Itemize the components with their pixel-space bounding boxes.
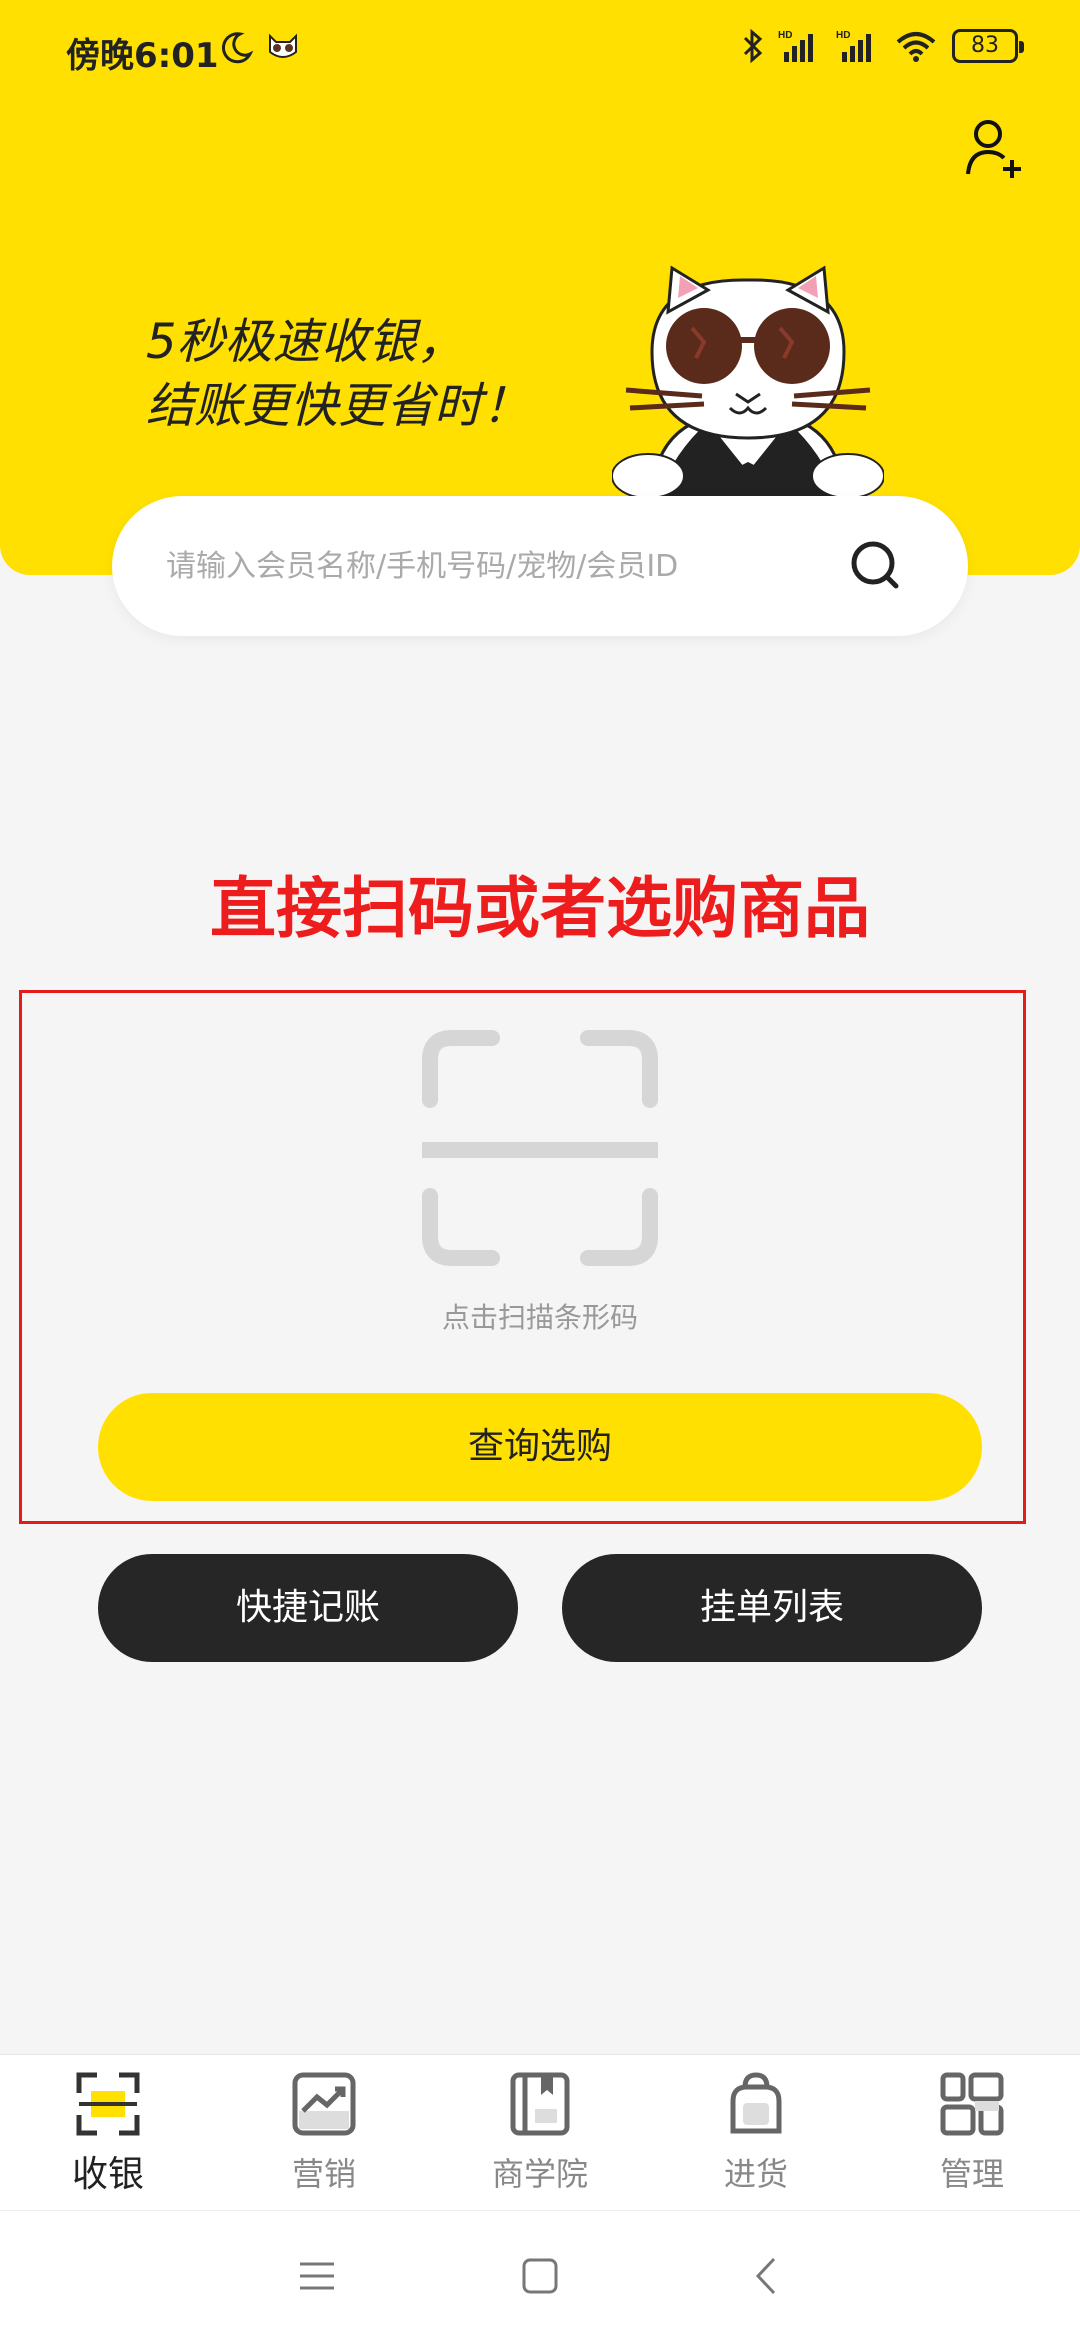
home-icon[interactable] [515, 2251, 565, 2301]
add-user-button[interactable] [964, 118, 1024, 180]
grid-icon [940, 2072, 1004, 2136]
status-icons: HD HD 83 [742, 28, 1024, 64]
nav-item-business-school[interactable]: 商学院 [432, 2055, 648, 2211]
annotation-text: 直接扫码或者选购商品 [210, 870, 870, 947]
search-input[interactable] [166, 530, 806, 602]
scan-cashier-icon [76, 2072, 140, 2136]
nav-item-purchase[interactable]: 进货 [648, 2055, 864, 2211]
barcode-scan-icon[interactable] [422, 1030, 658, 1266]
trend-chart-icon [292, 2072, 356, 2136]
svg-text:HD: HD [836, 30, 850, 41]
search-bar[interactable] [112, 496, 968, 636]
battery-icon: 83 [952, 29, 1024, 63]
slogan-line-1: 5秒极速收银， [146, 314, 465, 370]
signal-hd-icon: HD [836, 30, 871, 62]
query-purchase-button[interactable]: 查询选购 [98, 1393, 982, 1501]
signal-hd-icon: HD [778, 30, 813, 62]
bluetooth-icon [743, 28, 763, 64]
nav-label: 商学院 [491, 2155, 588, 2193]
cat-mini-icon [269, 33, 297, 58]
wifi-icon [896, 32, 936, 62]
quick-bookkeeping-button[interactable]: 快捷记账 [98, 1554, 518, 1662]
pending-list-button[interactable]: 挂单列表 [562, 1554, 982, 1662]
slogan: 5秒极速收银， 结账更快更省时！ [146, 310, 530, 438]
nav-label: 管理 [939, 2155, 1004, 2193]
bottom-nav: 收银 营销 商学院 进货 管理 [0, 2054, 1080, 2210]
status-time: 傍晚6:01 [66, 36, 219, 76]
nav-label: 进货 [723, 2155, 788, 2193]
search-icon[interactable] [848, 538, 902, 592]
system-nav-bar [0, 2210, 1080, 2340]
scan-label[interactable]: 点击扫描条形码 [0, 1296, 1080, 1336]
nav-item-marketing[interactable]: 营销 [216, 2055, 432, 2211]
bag-icon [730, 2072, 782, 2134]
mascot-illustration [612, 265, 884, 496]
svg-text:HD: HD [778, 30, 792, 41]
moon-icon [221, 32, 254, 64]
menu-icon[interactable] [292, 2251, 342, 2301]
nav-label: 营销 [291, 2155, 356, 2193]
nav-label: 收银 [71, 2154, 144, 2195]
nav-item-management[interactable]: 管理 [864, 2055, 1080, 2211]
back-icon[interactable] [742, 2251, 792, 2301]
nav-item-cashier[interactable]: 收银 [0, 2055, 216, 2211]
slogan-line-2: 结账更快更省时！ [146, 378, 531, 434]
status-bar: 傍晚6:01 HD HD 83 [0, 0, 1080, 100]
book-icon [510, 2072, 570, 2136]
